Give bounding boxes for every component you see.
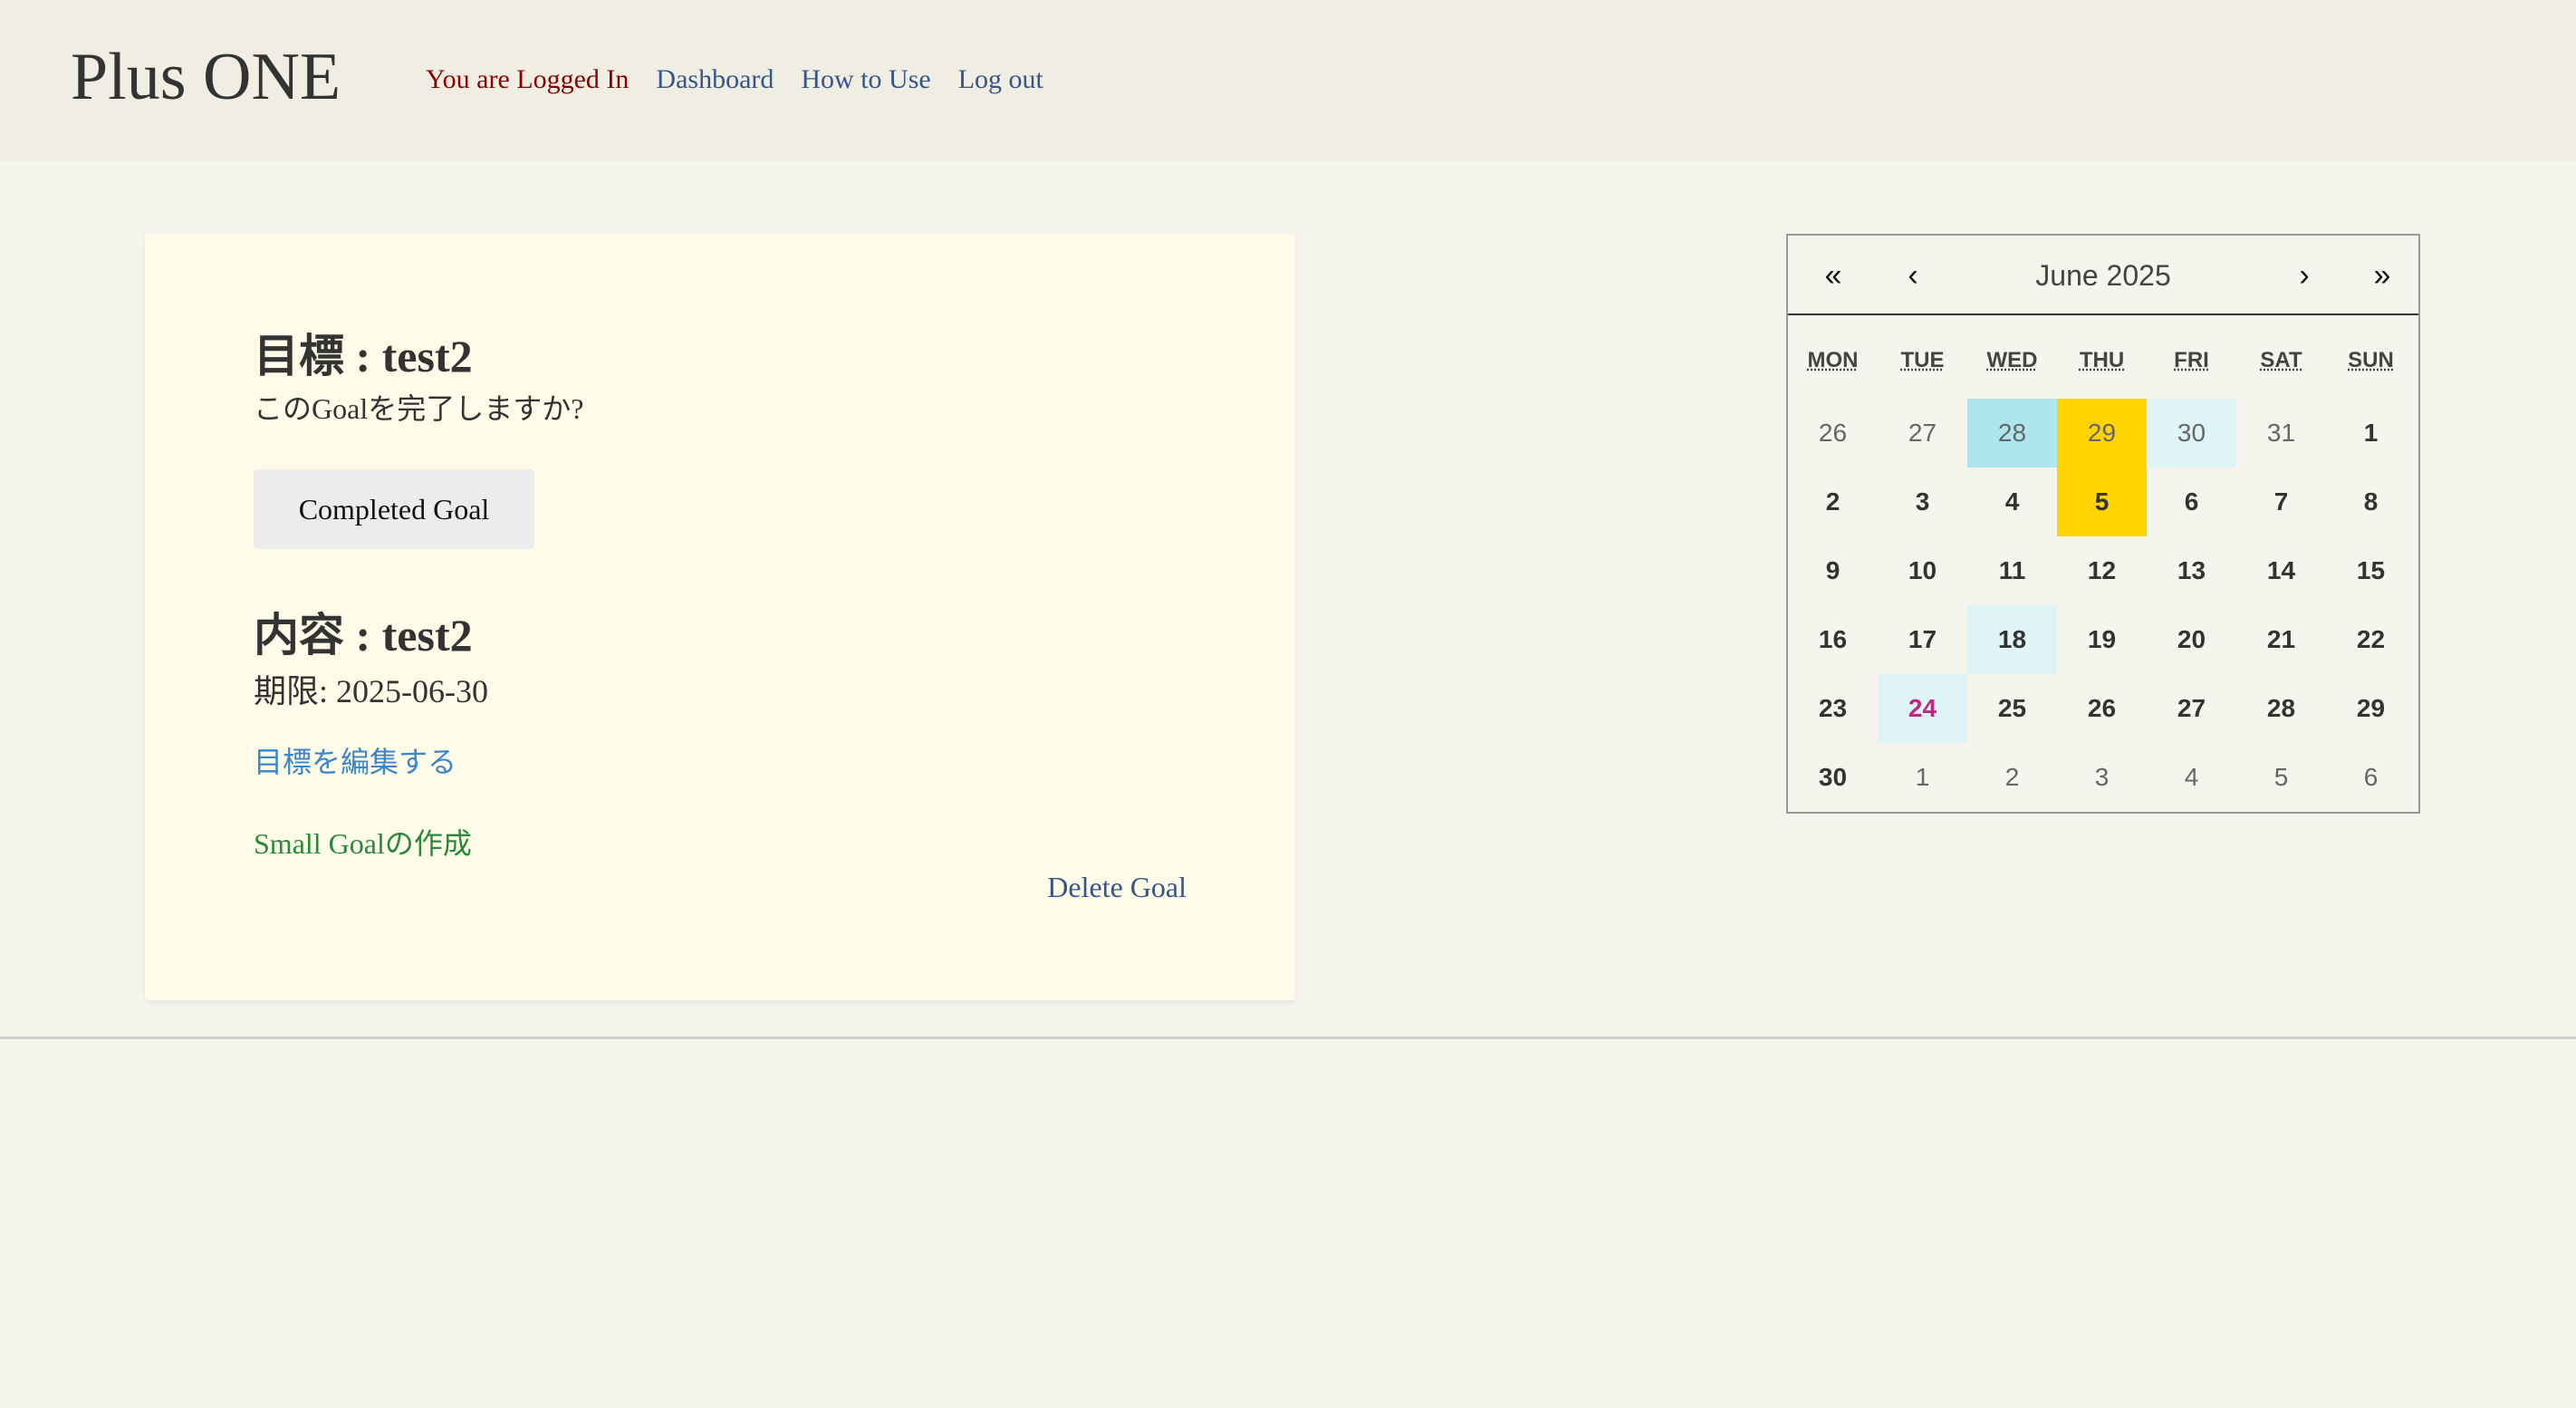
- content-title: 内容 : test2: [254, 610, 473, 661]
- calendar-day[interactable]: 17: [1878, 605, 1967, 674]
- calendar-day[interactable]: 4: [1967, 468, 2057, 536]
- calendar-day[interactable]: 14: [2236, 536, 2326, 605]
- completed-goal-button[interactable]: Completed Goal: [254, 469, 534, 549]
- calendar-day[interactable]: 30: [1788, 743, 1878, 812]
- calendar-day[interactable]: 3: [1878, 468, 1967, 536]
- calendar-day[interactable]: 7: [2236, 468, 2326, 536]
- next-year-button[interactable]: »: [2355, 254, 2409, 297]
- weekday-fri: FRI: [2174, 348, 2209, 372]
- calendar-day[interactable]: 3: [2057, 743, 2147, 812]
- calendar-day[interactable]: 23: [1788, 674, 1878, 743]
- calendar-navigation: « ‹ June 2025 › »: [1788, 236, 2418, 315]
- calendar-day[interactable]: 27: [1878, 399, 1967, 468]
- calendar-day[interactable]: 6: [2326, 743, 2416, 812]
- nav-how-to-use[interactable]: How to Use: [801, 60, 930, 100]
- header: Plus ONE You are Logged In Dashboard How…: [0, 0, 2576, 161]
- weekday-tue: TUE: [1900, 348, 1945, 372]
- complete-question: このGoalを完了しますか?: [254, 392, 584, 425]
- calendar-day[interactable]: 29: [2057, 399, 2147, 468]
- calendar-day[interactable]: 22: [2326, 605, 2416, 674]
- calendar-day[interactable]: 1: [2326, 399, 2416, 468]
- prev-year-button[interactable]: «: [1806, 254, 1860, 297]
- top-nav: You are Logged In Dashboard How to Use L…: [426, 60, 1043, 100]
- weekday-wed: WED: [1986, 348, 2038, 372]
- nav-log-out[interactable]: Log out: [958, 60, 1043, 100]
- weekday-mon: MON: [1807, 348, 1859, 372]
- calendar-day[interactable]: 20: [2147, 605, 2236, 674]
- calendar-day[interactable]: 18: [1967, 605, 2057, 674]
- calendar-day[interactable]: 16: [1788, 605, 1878, 674]
- calendar: « ‹ June 2025 › » MON TUE WED THU FRI SA…: [1786, 234, 2420, 814]
- calendar-day[interactable]: 25: [1967, 674, 2057, 743]
- delete-goal-link[interactable]: Delete Goal: [1047, 866, 1187, 908]
- goal-card: 目標 : test2 このGoalを完了しますか? Completed Goal…: [145, 234, 1295, 1000]
- calendar-day[interactable]: 2: [1967, 743, 2057, 812]
- brand-logo[interactable]: Plus ONE: [71, 36, 341, 118]
- deadline: 期限: 2025-06-30: [254, 673, 488, 709]
- calendar-day[interactable]: 13: [2147, 536, 2236, 605]
- calendar-day[interactable]: 28: [2236, 674, 2326, 743]
- goal-title: 目標 : test2: [254, 331, 473, 381]
- calendar-day[interactable]: 26: [2057, 674, 2147, 743]
- weekday-sun: SUN: [2348, 348, 2394, 372]
- calendar-day[interactable]: 19: [2057, 605, 2147, 674]
- calendar-day[interactable]: 28: [1967, 399, 2057, 468]
- next-month-button[interactable]: ›: [2277, 254, 2331, 297]
- calendar-day[interactable]: 11: [1967, 536, 2057, 605]
- calendar-day[interactable]: 24: [1878, 674, 1967, 743]
- calendar-day[interactable]: 5: [2236, 743, 2326, 812]
- create-small-goal-link[interactable]: Small Goalの作成: [254, 823, 472, 864]
- weekday-thu: THU: [2079, 348, 2125, 372]
- calendar-day[interactable]: 21: [2236, 605, 2326, 674]
- calendar-day[interactable]: 12: [2057, 536, 2147, 605]
- calendar-day[interactable]: 29: [2326, 674, 2416, 743]
- calendar-month-label[interactable]: June 2025: [1942, 254, 2264, 297]
- calendar-day[interactable]: 31: [2236, 399, 2326, 468]
- login-status: You are Logged In: [426, 64, 630, 94]
- calendar-day[interactable]: 4: [2147, 743, 2236, 812]
- calendar-day[interactable]: 5: [2057, 468, 2147, 536]
- calendar-day[interactable]: 27: [2147, 674, 2236, 743]
- calendar-day[interactable]: 8: [2326, 468, 2416, 536]
- calendar-day[interactable]: 6: [2147, 468, 2236, 536]
- weekday-sat: SAT: [2260, 348, 2302, 372]
- calendar-day[interactable]: 26: [1788, 399, 1878, 468]
- nav-dashboard[interactable]: Dashboard: [656, 60, 774, 100]
- calendar-day[interactable]: 10: [1878, 536, 1967, 605]
- calendar-day[interactable]: 2: [1788, 468, 1878, 536]
- calendar-day[interactable]: 9: [1788, 536, 1878, 605]
- prev-month-button[interactable]: ‹: [1886, 254, 1940, 297]
- calendar-day[interactable]: 1: [1878, 743, 1967, 812]
- calendar-day[interactable]: 30: [2147, 399, 2236, 468]
- edit-goal-link[interactable]: 目標を編集する: [254, 741, 457, 783]
- weekday-header: MON TUE WED THU FRI SAT SUN: [1788, 342, 2418, 379]
- divider: [0, 1037, 2576, 1039]
- calendar-day[interactable]: 15: [2326, 536, 2416, 605]
